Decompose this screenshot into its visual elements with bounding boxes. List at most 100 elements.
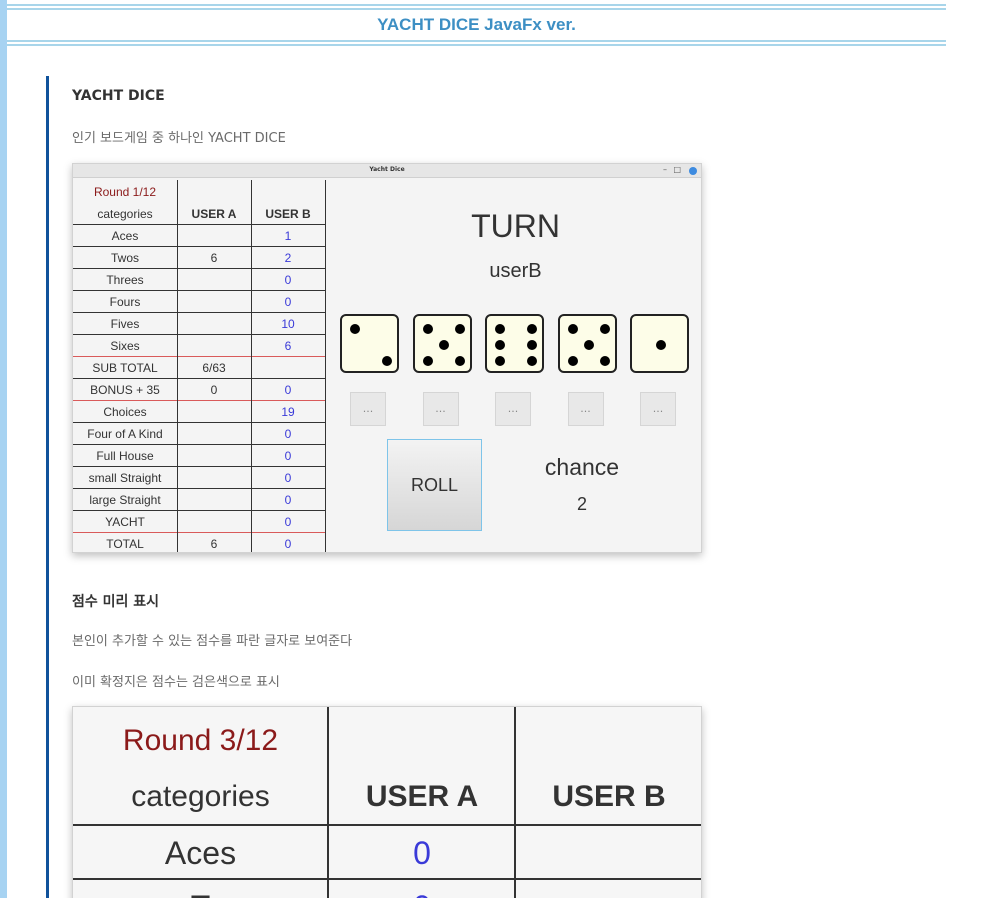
turn-label: TURN bbox=[471, 208, 560, 244]
article-border bbox=[46, 76, 49, 898]
left-sidebar-strip bbox=[0, 0, 7, 898]
zoom-cell-twos-user-a: 0 bbox=[329, 889, 515, 898]
hold-button-5[interactable]: ... bbox=[640, 392, 676, 426]
score-row-aces: Aces 1 bbox=[73, 225, 325, 247]
category-label: Aces bbox=[111, 229, 139, 243]
hold-button-3[interactable]: ... bbox=[495, 392, 531, 426]
user-b-score[interactable]: 0 bbox=[251, 449, 325, 463]
category-label: BONUS + 35 bbox=[90, 383, 160, 397]
die-pip bbox=[567, 356, 578, 366]
category-label: Threes bbox=[106, 273, 144, 287]
die-pip bbox=[583, 340, 594, 350]
zoom-header-categories: categories bbox=[131, 780, 270, 813]
category-label: Fives bbox=[110, 317, 140, 331]
user-b-score[interactable]: 0 bbox=[251, 383, 325, 397]
zoom-divider bbox=[327, 707, 329, 898]
score-row-choices: Choices 19 bbox=[73, 401, 325, 423]
hold-button-1[interactable]: ... bbox=[350, 392, 386, 426]
section-description: 인기 보드게임 중 하나인 YACHT DICE bbox=[72, 131, 286, 146]
user-b-score[interactable]: 0 bbox=[251, 493, 325, 507]
user-b-score[interactable]: 1 bbox=[251, 229, 325, 243]
category-label: YACHT bbox=[105, 515, 145, 529]
zoom-divider bbox=[514, 707, 516, 898]
zoomed-scoreboard-screenshot: Round 3/12 categories USER A USER B Aces… bbox=[72, 706, 702, 898]
user-b-score[interactable]: 0 bbox=[251, 471, 325, 485]
die-2[interactable] bbox=[412, 314, 472, 373]
die-pip bbox=[422, 324, 433, 334]
zoom-cell-aces: Aces bbox=[164, 835, 237, 871]
hold-button-2[interactable]: ... bbox=[422, 392, 459, 426]
score-row-bonus: BONUS + 35 0 0 bbox=[73, 379, 325, 401]
yacht-dice-screenshot: Yacht Dice – □ Round 1/12 categories USE… bbox=[72, 163, 702, 553]
die-pip bbox=[350, 324, 360, 334]
maximize-button[interactable]: □ bbox=[673, 165, 681, 174]
round-row: Round 1/12 bbox=[73, 181, 325, 203]
die-pip bbox=[438, 340, 449, 350]
die-pip bbox=[422, 356, 433, 366]
die-pip bbox=[527, 340, 537, 350]
user-b-score[interactable]: 2 bbox=[251, 251, 325, 265]
user-b-score[interactable]: 0 bbox=[251, 295, 325, 309]
zoom-round-label: Round 3/12 bbox=[122, 724, 279, 757]
zoom-cell-aces-user-a: 0 bbox=[413, 835, 431, 871]
die-pip bbox=[454, 324, 465, 334]
category-label: Fours bbox=[109, 295, 141, 309]
section-heading-yacht: YACHT DICE bbox=[72, 88, 165, 104]
column-divider bbox=[251, 180, 252, 552]
header-divider bbox=[73, 224, 325, 225]
column-divider bbox=[177, 180, 178, 552]
score-row-large-straight: large Straight 0 bbox=[73, 489, 325, 511]
category-label: small Straight bbox=[88, 471, 162, 485]
blog-page: YACHT DICE JavaFx ver. YACHT DICE 인기 보드게… bbox=[0, 0, 982, 898]
user-b-score[interactable]: 0 bbox=[251, 273, 325, 287]
user-b-score[interactable]: 0 bbox=[251, 427, 325, 441]
close-icon[interactable] bbox=[689, 167, 697, 175]
die-1[interactable] bbox=[340, 314, 399, 373]
die-3[interactable] bbox=[485, 314, 544, 373]
die-pip bbox=[527, 356, 537, 366]
banner-title: YACHT DICE JavaFx ver. bbox=[377, 15, 576, 34]
die-4[interactable] bbox=[557, 314, 617, 373]
hold-button-4[interactable]: ... bbox=[567, 392, 604, 426]
score-row-total: TOTAL 6 0 bbox=[73, 533, 325, 552]
user-b-score[interactable]: 0 bbox=[251, 537, 325, 551]
zoom-divider bbox=[73, 824, 701, 826]
window-title: Yacht Dice bbox=[369, 166, 405, 173]
die-5[interactable] bbox=[630, 314, 689, 373]
score-row-four-of-a-kind: Four of A Kind 0 bbox=[73, 423, 325, 445]
header-user-a: USER A bbox=[191, 207, 237, 221]
column-divider bbox=[325, 180, 326, 552]
category-label: Full House bbox=[96, 449, 154, 463]
user-b-score[interactable]: 10 bbox=[251, 317, 325, 331]
minimize-button[interactable]: – bbox=[663, 165, 667, 174]
category-label: Twos bbox=[110, 251, 139, 265]
title-banner: YACHT DICE JavaFx ver. bbox=[7, 0, 946, 48]
header-categories: categories bbox=[97, 207, 153, 221]
roll-button[interactable]: ROLL bbox=[387, 439, 482, 531]
score-row-twos: Twos 6 2 bbox=[73, 247, 325, 269]
score-row-yacht: YACHT 0 bbox=[73, 511, 325, 533]
die-pip bbox=[495, 356, 505, 366]
die-pip bbox=[567, 324, 578, 334]
user-a-score: 6 bbox=[210, 537, 218, 551]
die-pip bbox=[656, 340, 666, 350]
category-label: Choices bbox=[103, 405, 147, 419]
user-a-score: 6 bbox=[210, 251, 218, 265]
section-heading-preview: 점수 미리 표시 bbox=[72, 594, 160, 610]
category-label: Sixes bbox=[110, 339, 140, 353]
window-edge bbox=[701, 219, 702, 549]
zoom-cell-twos: T bbox=[73, 889, 328, 898]
user-b-score[interactable]: 0 bbox=[251, 515, 325, 529]
die-pip bbox=[527, 324, 537, 334]
section-line-1: 본인이 추가할 수 있는 점수를 파란 글자로 보여준다 bbox=[72, 634, 353, 649]
scoreboard: Round 1/12 categories USER A USER B Aces… bbox=[73, 180, 326, 552]
score-row-fours: Fours 0 bbox=[73, 291, 325, 313]
user-b-score[interactable]: 6 bbox=[251, 339, 325, 353]
user-b-score[interactable]: 19 bbox=[251, 405, 325, 419]
die-pip bbox=[599, 356, 610, 366]
section-line-2: 이미 확정지은 점수는 검은색으로 표시 bbox=[72, 675, 280, 690]
zoom-header-user-b: USER B bbox=[552, 780, 666, 813]
round-label: Round 1/12 bbox=[93, 185, 157, 199]
score-row-sixes: Sixes 6 bbox=[73, 335, 325, 357]
score-row-small-straight: small Straight 0 bbox=[73, 467, 325, 489]
